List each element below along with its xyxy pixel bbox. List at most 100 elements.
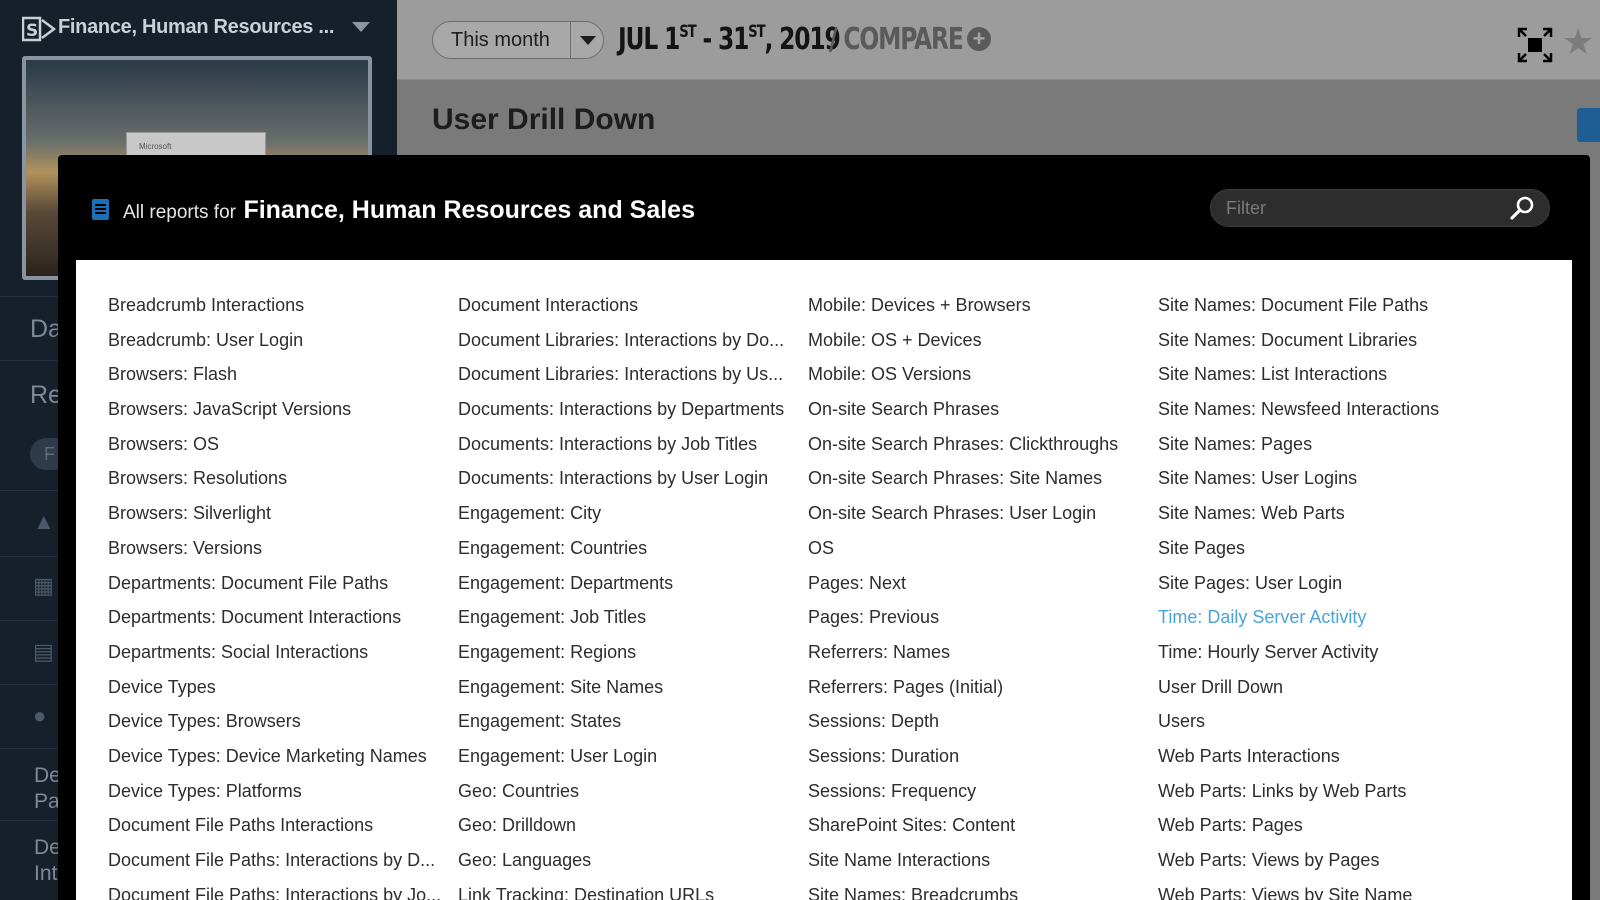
report-link[interactable]: Link Tracking: Destination URLs [458,880,803,900]
report-link[interactable]: Web Parts: Pages [1158,810,1503,845]
report-link[interactable]: Breadcrumb: User Login [108,325,453,360]
report-link[interactable]: Documents: Interactions by Departments [458,394,803,429]
report-link[interactable]: Site Names: Web Parts [1158,498,1503,533]
report-link[interactable]: Device Types: Device Marketing Names [108,741,453,776]
report-link[interactable]: Engagement: Departments [458,568,803,603]
report-link[interactable]: Pages: Next [808,568,1153,603]
period-select-value: This month [451,29,550,51]
report-column-2: Document Interactions Document Libraries:… [458,290,803,900]
star-icon[interactable]: ★ [1562,24,1594,60]
report-link[interactable]: Site Name Interactions [808,845,1153,880]
filter-box[interactable] [1210,189,1550,227]
report-link[interactable]: Document File Paths Interactions [108,810,453,845]
sidebar-search-placeholder: F [44,444,55,464]
page-title: User Drill Down [432,103,656,136]
report-link[interactable]: Document File Paths: Interactions by D..… [108,845,453,880]
sidebar-item-label: De [34,764,61,787]
report-column-1: Breadcrumb Interactions Breadcrumb: User … [108,290,453,900]
report-link[interactable]: Users [1158,706,1503,741]
fullscreen-icon[interactable] [1517,27,1553,63]
report-link[interactable]: Sessions: Duration [808,741,1153,776]
report-link[interactable]: Engagement: Regions [458,637,803,672]
report-link[interactable]: Browsers: Flash [108,359,453,394]
report-link[interactable]: Document Libraries: Interactions by Us..… [458,359,803,394]
report-link[interactable]: Site Names: Pages [1158,429,1503,464]
report-link[interactable]: Site Names: Document File Paths [1158,290,1503,325]
report-link[interactable]: Site Names: List Interactions [1158,359,1503,394]
report-list: Breadcrumb Interactions Breadcrumb: User … [76,260,1572,900]
report-link[interactable]: Web Parts Interactions [1158,741,1503,776]
report-link[interactable]: Site Names: User Logins [1158,463,1503,498]
report-link[interactable]: Engagement: Countries [458,533,803,568]
filter-input[interactable] [1226,194,1496,222]
report-link[interactable]: Departments: Document Interactions [108,602,453,637]
report-link[interactable]: SharePoint Sites: Content [808,810,1153,845]
modal-header: All reports for Finance, Human Resources… [58,155,1590,260]
report-link[interactable]: Browsers: OS [108,429,453,464]
report-link[interactable]: User Drill Down [1158,672,1503,707]
site-title[interactable]: Finance, Human Resources ... [58,16,334,39]
report-link[interactable]: Web Parts: Views by Site Name [1158,880,1503,900]
report-link[interactable]: Documents: Interactions by Job Titles [458,429,803,464]
report-link[interactable]: Site Names: Document Libraries [1158,325,1503,360]
report-link[interactable]: Geo: Languages [458,845,803,880]
document-icon: ▤ [33,639,54,664]
date-range[interactable]: JUL 1ST - 31ST, 2019 [618,22,841,57]
report-link[interactable]: OS [808,533,1153,568]
report-link[interactable]: On-site Search Phrases: Clickthroughs [808,429,1153,464]
report-link[interactable]: Device Types: Platforms [108,776,453,811]
sidebar-item-label: De [34,836,61,859]
period-select[interactable]: This month [432,21,604,59]
report-link[interactable]: Site Pages: User Login [1158,568,1503,603]
report-link[interactable]: Departments: Social Interactions [108,637,453,672]
report-link[interactable]: Geo: Drilldown [458,810,803,845]
report-link[interactable]: Browsers: Resolutions [108,463,453,498]
report-link[interactable]: Engagement: Job Titles [458,602,803,637]
report-link[interactable]: On-site Search Phrases: User Login [808,498,1153,533]
report-link[interactable]: Web Parts: Views by Pages [1158,845,1503,880]
report-link[interactable]: Mobile: Devices + Browsers [808,290,1153,325]
report-link[interactable]: Document Interactions [458,290,803,325]
modal-title-prefix: All reports for [123,202,236,223]
report-link[interactable]: Pages: Previous [808,602,1153,637]
report-link[interactable]: Engagement: User Login [458,741,803,776]
report-link[interactable]: Mobile: OS + Devices [808,325,1153,360]
report-link[interactable]: Sessions: Depth [808,706,1153,741]
flame-icon: ▲ [33,509,55,534]
report-link[interactable]: Referrers: Pages (Initial) [808,672,1153,707]
report-link[interactable]: Device Types [108,672,453,707]
report-column-4: Site Names: Document File Paths Site Name… [1158,290,1503,900]
report-link[interactable]: Site Names: Breadcrumbs [808,880,1153,900]
report-link[interactable]: Departments: Document File Paths [108,568,453,603]
search-icon[interactable] [1507,194,1537,224]
report-link[interactable]: Breadcrumb Interactions [108,290,453,325]
date-mid: - 31 [695,22,749,57]
top-bar: This month JUL 1ST - 31ST, 2019 / COMPAR… [397,0,1600,80]
report-link[interactable]: On-site Search Phrases [808,394,1153,429]
report-link[interactable]: Browsers: Versions [108,533,453,568]
report-link[interactable]: Engagement: Site Names [458,672,803,707]
report-link[interactable]: Documents: Interactions by User Login [458,463,803,498]
compare-button[interactable]: / COMPARE [829,22,964,57]
report-link[interactable]: Web Parts: Links by Web Parts [1158,776,1503,811]
report-link[interactable]: Document File Paths: Interactions by Jo.… [108,880,453,900]
period-select-toggle[interactable] [570,22,604,58]
plus-circle-icon[interactable]: + [967,27,991,51]
report-link[interactable]: Browsers: JavaScript Versions [108,394,453,429]
report-link[interactable]: Time: Daily Server Activity [1158,602,1503,637]
report-link[interactable]: Geo: Countries [458,776,803,811]
report-link[interactable]: Site Pages [1158,533,1503,568]
chart-icon[interactable] [1577,108,1600,142]
report-link[interactable]: Engagement: States [458,706,803,741]
report-link[interactable]: Browsers: Silverlight [108,498,453,533]
report-link[interactable]: Time: Hourly Server Activity [1158,637,1503,672]
report-link[interactable]: Sessions: Frequency [808,776,1153,811]
report-link[interactable]: Document Libraries: Interactions by Do..… [458,325,803,360]
report-link[interactable]: Device Types: Browsers [108,706,453,741]
report-link[interactable]: Referrers: Names [808,637,1153,672]
report-link[interactable]: On-site Search Phrases: Site Names [808,463,1153,498]
chevron-down-icon[interactable] [352,22,370,32]
report-link[interactable]: Mobile: OS Versions [808,359,1153,394]
report-link[interactable]: Engagement: City [458,498,803,533]
report-link[interactable]: Site Names: Newsfeed Interactions [1158,394,1503,429]
